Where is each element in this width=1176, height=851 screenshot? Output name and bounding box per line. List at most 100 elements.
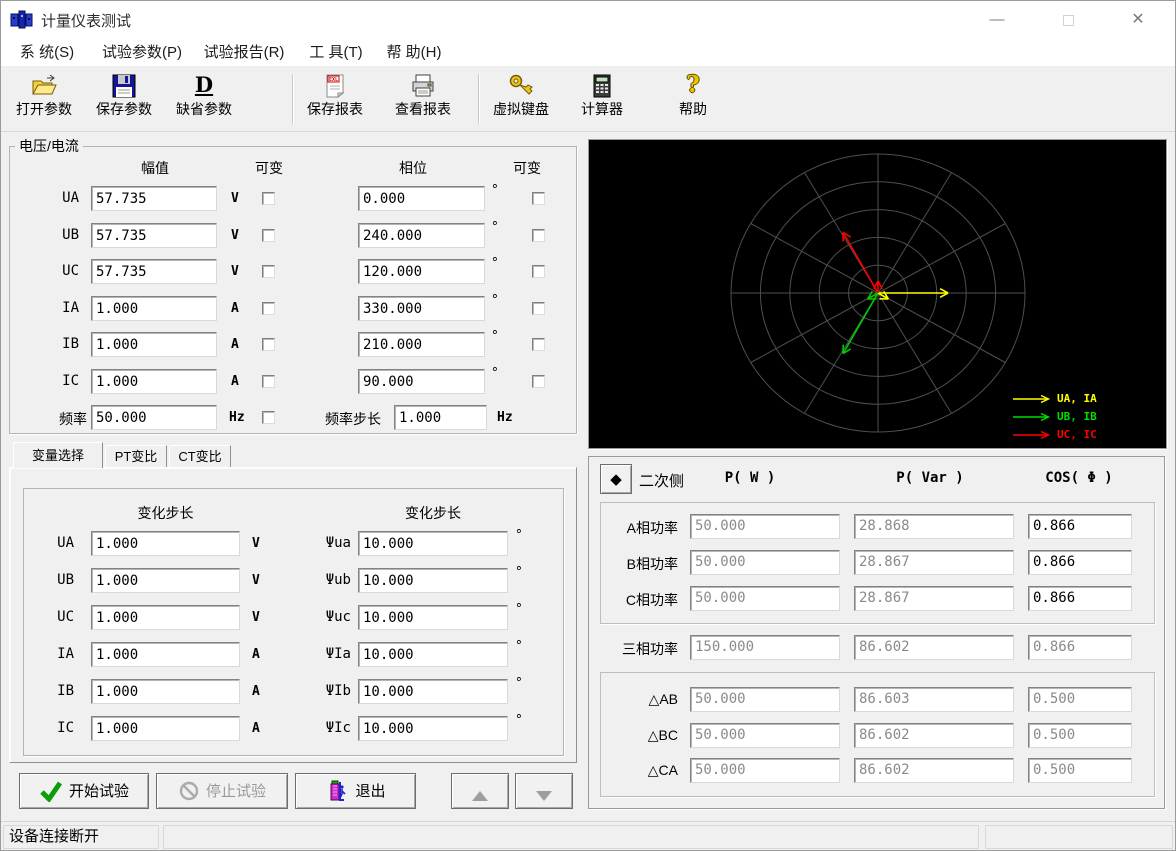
phase-variable-checkbox[interactable] xyxy=(532,338,545,351)
amplitude-input[interactable] xyxy=(91,259,217,284)
variable-header-2: 可变 xyxy=(506,158,548,178)
row-label: UB xyxy=(31,572,74,588)
step-value-input[interactable] xyxy=(91,568,240,593)
step-value-input[interactable] xyxy=(91,531,240,556)
cos-value: 0.866 xyxy=(1028,550,1132,575)
maximize-icon[interactable] xyxy=(1046,1,1090,39)
title-bar: 计量仪表测试 — ✕ xyxy=(1,1,1175,39)
amplitude-input[interactable] xyxy=(91,186,217,211)
amplitude-variable-checkbox[interactable] xyxy=(262,338,275,351)
phase-input[interactable] xyxy=(358,296,485,321)
unit-label: A xyxy=(252,684,260,699)
phase-input[interactable] xyxy=(358,332,485,357)
p-var-value: 86.602 xyxy=(854,635,1014,660)
step-value-input[interactable] xyxy=(91,716,240,741)
scroll-down-button[interactable] xyxy=(515,773,573,809)
p-w-value: 50.000 xyxy=(690,723,840,748)
psi-step-input[interactable] xyxy=(358,716,508,741)
save-params-button[interactable]: 保存参数 xyxy=(91,70,157,128)
step-value-input[interactable] xyxy=(91,642,240,667)
menu-tools[interactable]: 工 具(T) xyxy=(304,42,368,64)
unit-label: A xyxy=(252,647,260,662)
amplitude-input[interactable] xyxy=(91,369,217,394)
amplitude-variable-checkbox[interactable] xyxy=(262,265,275,278)
step-header-left: 变化步长 xyxy=(91,503,240,523)
view-report-button[interactable]: 查看报表 xyxy=(389,70,457,128)
amplitude-variable-checkbox[interactable] xyxy=(262,229,275,242)
unit-label: V xyxy=(231,228,239,243)
degree-label: ° xyxy=(491,366,499,381)
amplitude-variable-checkbox[interactable] xyxy=(262,375,275,388)
scroll-up-button[interactable] xyxy=(451,773,509,809)
degree-label: ° xyxy=(515,528,523,543)
status-message-section xyxy=(163,825,979,849)
tab-ct-ratio[interactable]: CT变比 xyxy=(169,445,231,468)
stop-test-button[interactable]: 停止试验 xyxy=(156,773,288,809)
menu-test-report[interactable]: 试验报告(R) xyxy=(199,42,289,64)
frequency-step-input[interactable] xyxy=(394,405,487,430)
app-window: 计量仪表测试 — ✕ 系 统(S) 试验参数(P) 试验报告(R) 工 具(T)… xyxy=(0,0,1176,851)
psi-step-input[interactable] xyxy=(358,605,508,630)
toolbar-label: 打开参数 xyxy=(11,100,77,118)
phase-input[interactable] xyxy=(358,223,485,248)
calculator-button[interactable]: 计算器 xyxy=(569,70,635,128)
amplitude-input[interactable] xyxy=(91,332,217,357)
frequency-input[interactable] xyxy=(91,405,217,430)
power-row-c: C相功率 50.000 28.867 0.866 xyxy=(589,586,1164,612)
power-row-delta-ca: △CA 50.000 86.602 0.500 xyxy=(589,758,1164,784)
amplitude-variable-checkbox[interactable] xyxy=(262,302,275,315)
menu-bar: 系 统(S) 试验参数(P) 试验报告(R) 工 具(T) 帮 助(H) xyxy=(1,39,1175,67)
phase-variable-checkbox[interactable] xyxy=(532,375,545,388)
amplitude-variable-checkbox[interactable] xyxy=(262,192,275,205)
menu-help[interactable]: 帮 助(H) xyxy=(382,42,446,64)
step-row-ic: IC A ΨIc ° xyxy=(1,716,577,743)
tab-variable-select[interactable]: 变量选择 xyxy=(13,442,103,468)
psi-step-input[interactable] xyxy=(358,679,508,704)
amplitude-input[interactable] xyxy=(91,223,217,248)
phase-variable-checkbox[interactable] xyxy=(532,265,545,278)
psi-step-input[interactable] xyxy=(358,568,508,593)
minimize-icon[interactable]: — xyxy=(975,1,1019,39)
phase-input[interactable] xyxy=(358,186,485,211)
phase-variable-checkbox[interactable] xyxy=(532,302,545,315)
secondary-power-panel: ◆ 二次侧 P( W ) P( Var ) COS( Φ ) A相功率 50.0… xyxy=(588,456,1165,809)
exit-button[interactable]: 退出 xyxy=(295,773,416,809)
row-label: B相功率 xyxy=(597,554,678,574)
frequency-variable-checkbox[interactable] xyxy=(262,411,275,424)
step-value-input[interactable] xyxy=(91,679,240,704)
psi-step-input[interactable] xyxy=(358,531,508,556)
default-params-button[interactable]: D 缺省参数 xyxy=(171,70,237,128)
phase-variable-checkbox[interactable] xyxy=(532,229,545,242)
close-icon[interactable]: ✕ xyxy=(1116,1,1160,39)
phasor-legend-ua-ia: UA, IA xyxy=(1013,393,1097,407)
phase-input[interactable] xyxy=(358,259,485,284)
p-w-value: 50.000 xyxy=(690,514,840,539)
open-params-button[interactable]: 打开参数 xyxy=(11,70,77,128)
row-label: C相功率 xyxy=(597,590,678,610)
phasor-legend-ub-ib: UB, IB xyxy=(1013,411,1097,425)
start-test-label: 开始试验 xyxy=(69,783,129,800)
step-value-input[interactable] xyxy=(91,605,240,630)
help-icon: ? xyxy=(679,72,707,100)
secondary-side-button[interactable]: ◆ xyxy=(600,464,632,494)
tab-pt-ratio[interactable]: PT变比 xyxy=(105,445,167,468)
toolbar-label: 虚拟键盘 xyxy=(487,100,555,118)
open-folder-icon xyxy=(30,72,58,100)
degree-label: ° xyxy=(515,639,523,654)
p-w-value: 50.000 xyxy=(690,687,840,712)
phase-variable-checkbox[interactable] xyxy=(532,192,545,205)
menu-system[interactable]: 系 统(S) xyxy=(15,42,79,64)
amplitude-input[interactable] xyxy=(91,296,217,321)
menu-test-params[interactable]: 试验参数(P) xyxy=(97,42,187,64)
start-test-button[interactable]: 开始试验 xyxy=(19,773,149,809)
psi-step-input[interactable] xyxy=(358,642,508,667)
phase-input[interactable] xyxy=(358,369,485,394)
psi-label: ΨIc xyxy=(297,720,351,736)
save-report-button[interactable]: EXL 保存报表 xyxy=(301,70,369,128)
psi-label: Ψua xyxy=(297,535,351,551)
current-row-ib: IB A ° xyxy=(1,332,577,359)
p-var-value: 86.602 xyxy=(854,723,1014,748)
help-button[interactable]: ? 帮助 xyxy=(659,70,727,128)
p-w-value: 50.000 xyxy=(690,758,840,783)
virtual-keyboard-button[interactable]: 虚拟键盘 xyxy=(487,70,555,128)
